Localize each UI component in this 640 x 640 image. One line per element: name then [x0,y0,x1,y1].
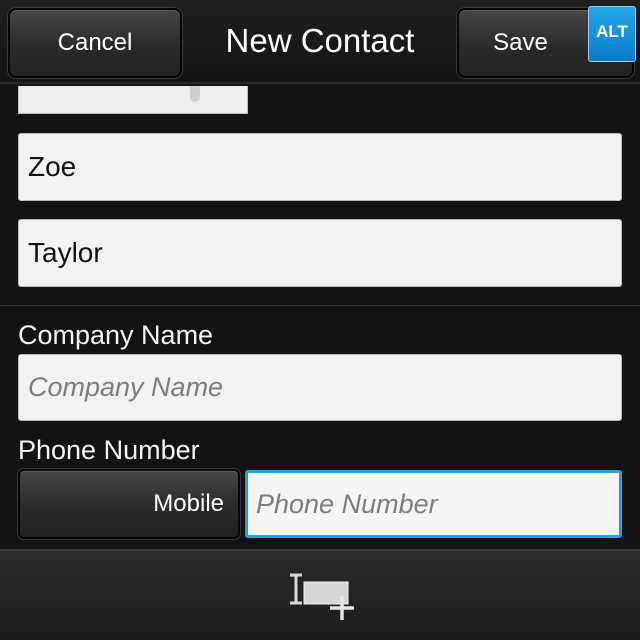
scroll-indicator [190,86,200,102]
section-divider [0,305,640,306]
add-field-button[interactable] [282,571,362,631]
company-name-placeholder: Company Name [28,372,224,402]
phone-number-label: Phone Number [18,435,200,465]
save-button-label: Save [493,29,548,56]
company-name-field[interactable]: Company Name [18,354,622,421]
last-name-value: Taylor [28,237,103,268]
cancel-button-label: Cancel [57,29,133,56]
contact-photo[interactable] [18,86,248,114]
phone-type-label: Mobile [153,490,224,517]
bottom-action-bar [0,549,640,640]
title-bar: Cancel New Contact Save ALT [0,0,640,84]
phone-type-button[interactable]: Mobile [18,469,240,539]
phone-number-placeholder: Phone Number [256,488,438,519]
alt-badge[interactable]: ALT [588,6,636,62]
add-field-icon [290,573,354,620]
company-name-label: Company Name [18,320,214,350]
page-title: New Contact [225,22,415,59]
last-name-field[interactable]: Taylor [18,219,622,287]
cancel-button[interactable]: Cancel [8,8,182,78]
phone-number-field[interactable]: Phone Number [245,470,622,538]
first-name-value: Zoe [28,151,77,182]
first-name-field[interactable]: Zoe [18,133,622,201]
